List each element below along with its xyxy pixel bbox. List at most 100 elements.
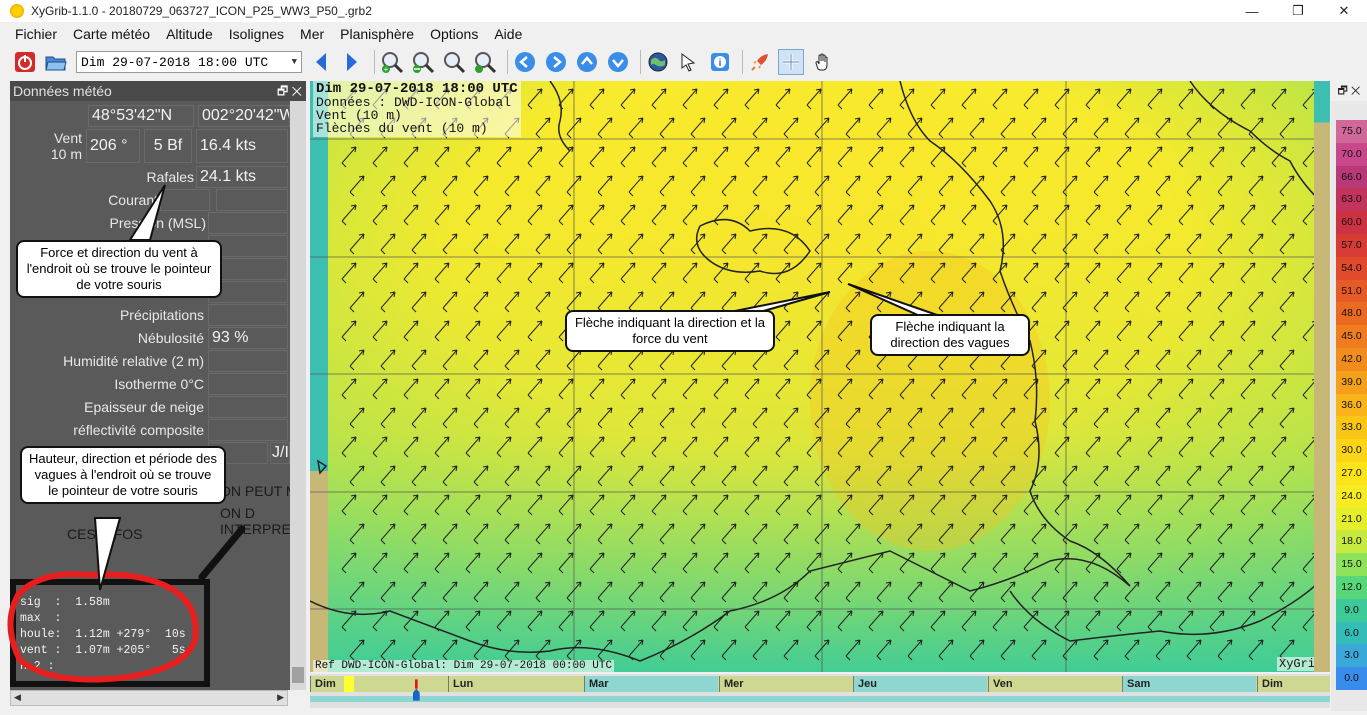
vent-label: Vent 10 m: [10, 130, 82, 162]
colorbar-header[interactable]: 🗗 ✕: [1331, 81, 1367, 101]
colorbar-cell: 60.0: [1336, 211, 1367, 234]
minimize-button[interactable]: —: [1229, 0, 1275, 22]
scroll-right-icon[interactable]: ▶: [277, 692, 284, 703]
vent-speed-value: 16.4 kts: [196, 129, 288, 163]
pression-label: Pression (MSL): [109, 215, 206, 231]
vent-beaufort-value: 5 Bf: [144, 129, 192, 163]
isotherme-value: [208, 373, 288, 395]
zoom-in-button[interactable]: +: [379, 49, 405, 75]
courant-value-1: [160, 189, 210, 211]
crosshair-button[interactable]: [778, 49, 804, 75]
colorbar-cell: 27.0: [1336, 462, 1367, 485]
rafales-value: 24.1 kts: [196, 166, 288, 188]
colorbar-cell: 6.0: [1336, 621, 1367, 645]
title-bar: XyGrib-1.1.0 - 20180729_063727_ICON_P25_…: [0, 0, 1367, 22]
pan-down-button[interactable]: [605, 49, 631, 75]
timeline-lower-track: [310, 696, 1330, 702]
open-file-button[interactable]: [43, 49, 69, 75]
pan-right-button[interactable]: [543, 49, 569, 75]
timeline-day: Lun: [448, 676, 582, 692]
scrollbar-thumb[interactable]: [292, 667, 304, 683]
reflectivite-value: [208, 419, 288, 441]
date-dropdown-value: Dim 29-07-2018 18:00 UTC: [81, 54, 269, 70]
pan-left-button[interactable]: [512, 49, 538, 75]
reflectivite-label: réflectivité composite: [73, 422, 204, 438]
zoom-out-icon: [413, 52, 435, 74]
colorbar-cell: 42.0: [1336, 348, 1367, 371]
colorbar-cell: 33.0: [1336, 416, 1367, 440]
menu-carte-meteo[interactable]: Carte météo: [65, 26, 158, 42]
colorbar-cell: 9.0: [1336, 598, 1367, 622]
selection-button[interactable]: [676, 49, 702, 75]
map-reference-label: Ref DWD-ICON-Global: Dim 29-07-2018 00:0…: [313, 660, 615, 672]
menu-bar: Fichier Carte météo Altitude Isolignes M…: [0, 22, 1367, 46]
callout-wind-arrow: Flèche indiquant la direction et la forc…: [565, 310, 775, 352]
callout-wave-arrow: Flèche indiquant la direction des vagues: [870, 314, 1030, 356]
close-window-button[interactable]: ✕: [1321, 0, 1367, 22]
nav-up-icon: [577, 52, 597, 72]
panel-header-buttons[interactable]: 🗗 ✕: [277, 81, 302, 101]
globe-icon: [648, 52, 668, 72]
panel-vertical-scrollbar[interactable]: [290, 101, 306, 690]
info-icon: i: [711, 53, 729, 71]
menu-fichier[interactable]: Fichier: [0, 26, 65, 42]
rafales-label: Rafales: [146, 169, 194, 185]
colorbar-strip: [1314, 81, 1330, 672]
power-icon: [15, 52, 35, 72]
zoom-out-button[interactable]: [410, 49, 436, 75]
maximize-button[interactable]: ❐: [1275, 0, 1321, 22]
nav-left-icon: [515, 52, 535, 72]
humidite-value: [208, 350, 288, 372]
pan-up-button[interactable]: [574, 49, 600, 75]
timeline-current-marker: [344, 676, 354, 692]
timeline-cursor-icon[interactable]: [413, 674, 421, 706]
colorbar-cell: 57.0: [1336, 234, 1367, 257]
timeline-slider[interactable]: Dim Lun Mar Mer Jeu Ven Sam Dim: [310, 674, 1330, 708]
weather-map[interactable]: [310, 81, 1330, 672]
menu-altitude[interactable]: Altitude: [158, 26, 221, 42]
app-sun-icon: [10, 4, 24, 18]
menu-isolignes[interactable]: Isolignes: [221, 26, 292, 42]
precipitations-label: Précipitations: [119, 307, 204, 323]
pression-value: [208, 212, 288, 234]
colorbar-cell: 3.0: [1336, 644, 1367, 668]
menu-mer[interactable]: Mer: [292, 26, 332, 42]
colorbar-cell: 66.0: [1336, 165, 1367, 189]
date-dropdown[interactable]: Dim 29-07-2018 18:00 UTC ▼: [76, 51, 302, 73]
menu-aide[interactable]: Aide: [486, 26, 530, 42]
window-controls: — ❐ ✕: [1229, 0, 1367, 22]
colorbar-cell: 30.0: [1336, 439, 1367, 462]
precipitations-value: [208, 304, 288, 326]
menu-options[interactable]: Options: [422, 26, 486, 42]
callout-waves: Hauteur, direction et période des vagues…: [20, 446, 226, 504]
rocket-button[interactable]: [747, 49, 773, 75]
scroll-left-icon[interactable]: ◀: [14, 692, 21, 703]
zoom-reset-button[interactable]: [472, 49, 498, 75]
panel-header: Données météo 🗗 ✕: [10, 81, 306, 101]
neige-label: Epaisseur de neige: [84, 399, 204, 415]
next-arrow-icon: [347, 53, 357, 71]
next-date-button[interactable]: [339, 49, 365, 75]
timeline-day: Mer: [719, 676, 853, 692]
hand-pan-button[interactable]: [809, 49, 835, 75]
prev-date-button[interactable]: [308, 49, 334, 75]
menu-planisphere[interactable]: Planisphère: [332, 26, 422, 42]
globe-button[interactable]: [645, 49, 671, 75]
vent-label-line2: 10 m: [50, 146, 82, 162]
colorbar-cell: 18.0: [1336, 530, 1367, 554]
svg-text:+: +: [384, 65, 389, 74]
black-pointer-stroke: [198, 525, 246, 581]
info-button[interactable]: i: [707, 49, 733, 75]
power-button[interactable]: [12, 49, 38, 75]
svg-text:i: i: [719, 58, 722, 69]
panel-horizontal-scrollbar[interactable]: ◀ ▶: [10, 690, 288, 706]
hidden-note-1: ON PEUT M: [220, 483, 298, 499]
timeline-day: Dim: [310, 676, 446, 692]
neige-value: [208, 396, 288, 418]
colorbar-cell: 75.0: [1336, 120, 1367, 143]
zoom-in-icon: +: [382, 52, 404, 74]
selection-icon: [681, 53, 696, 72]
zoom-fit-button[interactable]: [441, 49, 467, 75]
toolbar-separator: [507, 50, 508, 74]
colorbar-cell: 24.0: [1336, 484, 1367, 508]
